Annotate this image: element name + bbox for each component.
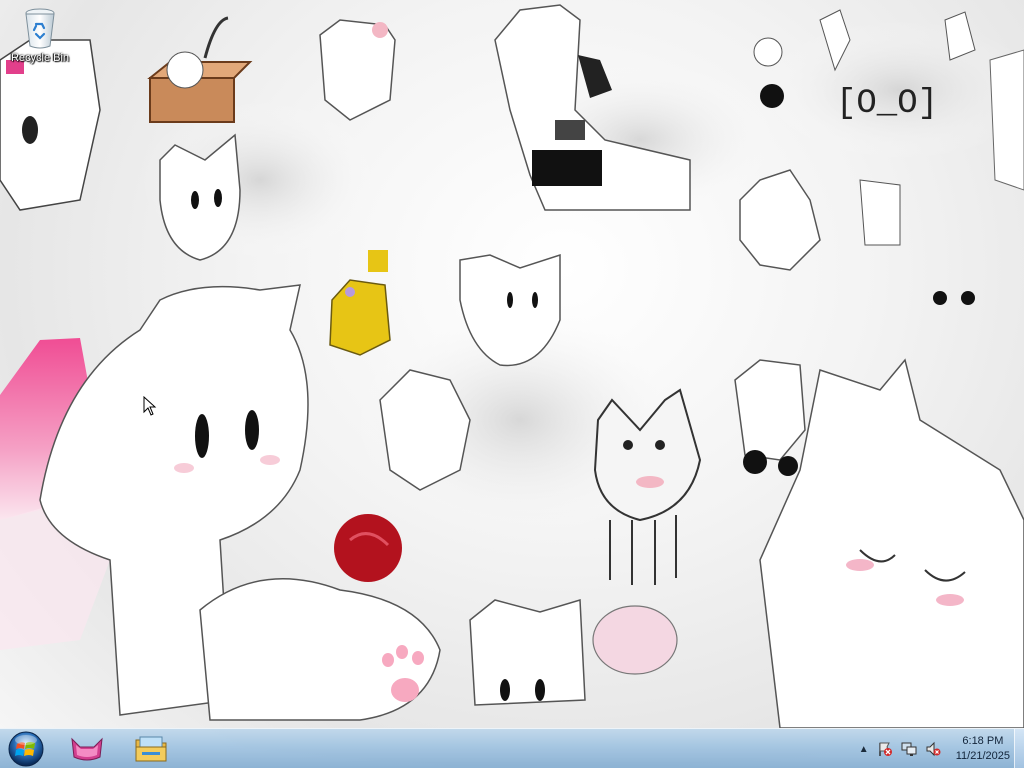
clock-time: 6:18 PM	[962, 735, 1004, 747]
taskbar: ▲ 6:18 PM 11/21/2025	[0, 728, 1024, 768]
show-hidden-icons-arrow[interactable]: ▲	[858, 744, 870, 755]
recycle-bin-desktop-icon[interactable]: Recycle Bin	[6, 6, 74, 64]
network-icon[interactable]	[900, 740, 918, 758]
file-explorer-icon	[135, 736, 167, 762]
show-desktop-button[interactable]	[1014, 729, 1024, 768]
windows-orb-icon	[8, 731, 44, 767]
start-button[interactable]	[4, 730, 48, 768]
system-tray: ▲ 6:18 PM 11/21/2025	[858, 729, 1010, 768]
taskbar-pinned-app[interactable]	[60, 731, 114, 767]
svg-text:[O_O]: [O_O]	[836, 85, 938, 123]
clock-date: 11/21/2025	[955, 750, 1010, 762]
recycle-bin-icon	[25, 8, 55, 49]
action-center-flag-icon[interactable]	[876, 740, 894, 758]
recycle-bin-label: Recycle Bin	[10, 52, 70, 64]
volume-muted-icon[interactable]	[924, 740, 942, 758]
mouse-cursor-icon	[143, 396, 157, 416]
system-clock[interactable]: 6:18 PM 11/21/2025	[956, 734, 1010, 764]
desktop[interactable]: [O_O] Recycle Bin ▲ 6:18 PM 11/21/2025	[0, 0, 1024, 768]
wallpaper: [O_O]	[0, 4, 1024, 728]
cat-ears-app-icon	[71, 737, 103, 761]
taskbar-file-explorer[interactable]	[124, 731, 178, 767]
